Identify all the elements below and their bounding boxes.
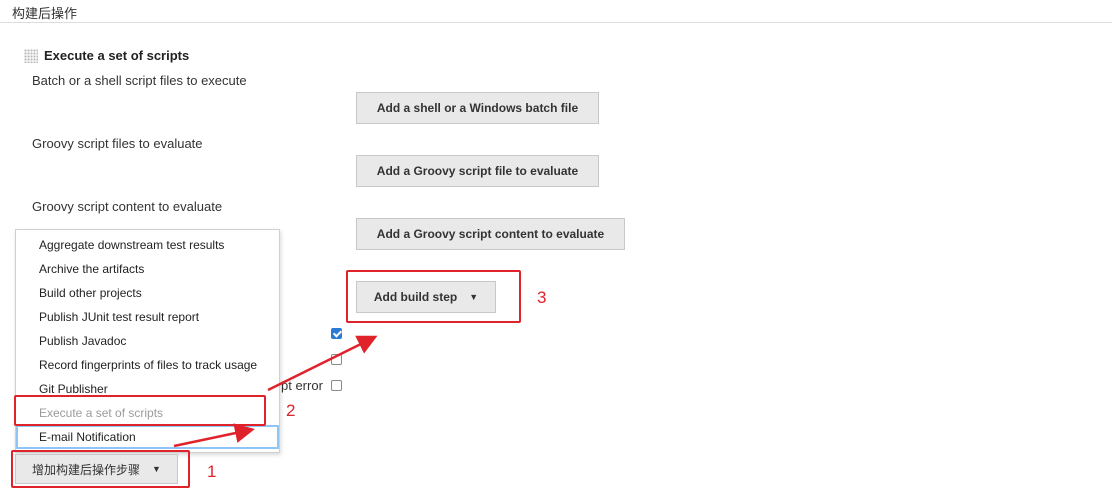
annotation-arrow-1-to-2 (173, 423, 255, 448)
annotation-arrows (173, 335, 378, 448)
annotation-arrow-2-to-3 (267, 335, 378, 392)
